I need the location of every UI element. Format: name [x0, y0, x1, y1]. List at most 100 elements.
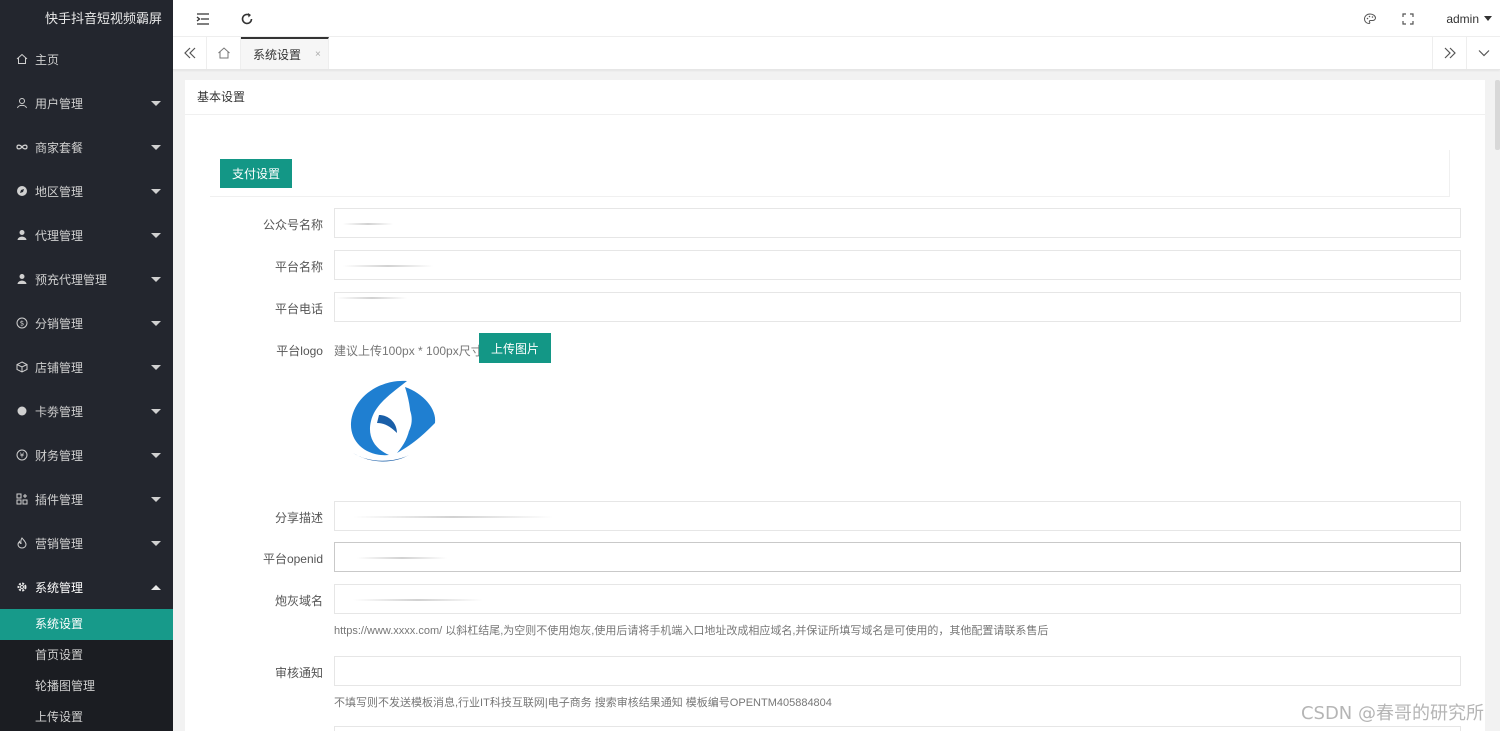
audit-notice-label: 审核通知 [274, 666, 323, 680]
user-menu[interactable]: admin [1446, 0, 1492, 37]
chevron-down-icon [1484, 16, 1492, 21]
redacted-value [337, 297, 407, 299]
chevron-up-icon [151, 585, 161, 590]
fullscreen-icon[interactable] [1398, 0, 1418, 37]
chevron-down-icon [151, 233, 161, 238]
sidebar-item-region[interactable]: 地区管理 [0, 169, 173, 213]
sidebar-item-label: 商家套餐 [35, 140, 84, 155]
home-icon [16, 53, 28, 65]
watermark: CSDN @春哥的研究所 [1300, 703, 1484, 724]
chevron-down-icon [151, 101, 161, 106]
user-name: admin [1446, 11, 1479, 26]
logo-size-hint: 建议上传100px * 100px尺寸 [334, 344, 483, 358]
chevron-down-icon [151, 409, 161, 414]
person-icon [16, 229, 28, 241]
refresh-icon[interactable] [237, 0, 257, 37]
chevron-down-icon [151, 541, 161, 546]
next-field-input[interactable] [334, 726, 1461, 731]
sidebar-item-marketing[interactable]: 营销管理 [0, 521, 173, 565]
sidebar-item-merchant-package[interactable]: 商家套餐 [0, 125, 173, 169]
cannon-domain-label: 炮灰域名 [274, 594, 323, 608]
plugin-icon [16, 493, 28, 505]
sidebar-item-label: 卡劵管理 [35, 404, 84, 419]
tabs-scroll-right-icon[interactable] [1432, 37, 1466, 69]
user-icon [16, 97, 28, 109]
theme-palette-icon[interactable] [1360, 0, 1380, 37]
platform-phone-input[interactable] [334, 292, 1461, 322]
system-submenu: 系统设置 首页设置 轮播图管理 上传设置 [0, 609, 173, 731]
sidebar-item-distribution[interactable]: $ 分销管理 [0, 301, 173, 345]
fire-icon [16, 537, 28, 549]
submenu-item-home-settings[interactable]: 首页设置 [0, 640, 173, 671]
page-scrollbar[interactable] [1495, 80, 1500, 150]
svg-text:$: $ [20, 320, 24, 328]
tabs-bar: 系统设置 × [173, 37, 1500, 70]
tab-system-settings[interactable]: 系统设置 × [241, 37, 329, 69]
pay-settings-button[interactable]: 支付设置 [220, 159, 292, 188]
gzh-name-label: 公众号名称 [262, 218, 323, 232]
platform-logo-image [345, 375, 445, 475]
redacted-value [343, 265, 433, 267]
app-title: 快手抖音短视频霸屏 [45, 11, 163, 26]
tabs-scroll-left-icon[interactable] [173, 37, 207, 69]
cannon-domain-hint: https://www.xxxx.com/ 以斜杠结尾,为空则不使用炮灰,使用后… [334, 625, 1049, 637]
platform-name-input[interactable] [334, 250, 1461, 280]
redacted-value [343, 223, 393, 225]
chevron-down-icon [151, 321, 161, 326]
submenu-item-upload-settings[interactable]: 上传设置 [0, 702, 173, 731]
sidebar-item-label: 系统管理 [35, 580, 84, 595]
platform-openid-input[interactable] [334, 542, 1461, 572]
audit-notice-input[interactable] [334, 656, 1461, 686]
yen-circle-icon: ¥ [16, 449, 28, 461]
sidebar-item-label: 地区管理 [35, 184, 84, 199]
compass-icon [16, 185, 28, 197]
cube-icon [16, 361, 28, 373]
platform-name-label: 平台名称 [274, 260, 323, 274]
sidebar-item-label: 分销管理 [35, 316, 84, 331]
share-desc-label: 分享描述 [274, 511, 323, 525]
sidebar-item-label: 插件管理 [35, 492, 84, 507]
sidebar-item-label: 财务管理 [35, 448, 84, 463]
svg-text:¥: ¥ [20, 452, 25, 460]
gear-icon [16, 581, 28, 593]
gzh-name-input[interactable] [334, 208, 1461, 238]
submenu-item-carousel[interactable]: 轮播图管理 [0, 671, 173, 702]
menu-toggle-icon[interactable] [193, 0, 213, 37]
sidebar-item-label: 预充代理管理 [35, 272, 108, 287]
upload-image-button[interactable]: 上传图片 [479, 333, 551, 363]
redacted-value [353, 599, 483, 601]
close-icon[interactable]: × [315, 49, 321, 60]
sidebar-item-store[interactable]: 店铺管理 [0, 345, 173, 389]
sidebar-item-finance[interactable]: ¥ 财务管理 [0, 433, 173, 477]
sidebar-item-coupon[interactable]: 卡劵管理 [0, 389, 173, 433]
person-icon [16, 273, 28, 285]
settings-panel: 基本设置 支付设置 公众号名称 平台名称 平台电话 平台logo 建议上传100… [185, 80, 1485, 731]
tab-label: 系统设置 [253, 47, 302, 62]
sidebar-item-label: 店铺管理 [35, 360, 84, 375]
tab-home-icon[interactable] [207, 37, 241, 69]
dollar-circle-icon: $ [16, 317, 28, 329]
sidebar-item-label: 用户管理 [35, 96, 84, 111]
cannon-domain-input[interactable] [334, 584, 1461, 614]
sidebar-item-label: 主页 [35, 52, 60, 67]
sidebar: 快手抖音短视频霸屏 主页 用户管理 商家套餐 地区管理 代理管理 预充代理管理 … [0, 0, 173, 731]
chevron-down-icon [151, 277, 161, 282]
chevron-down-icon [151, 189, 161, 194]
submenu-item-system-settings[interactable]: 系统设置 [0, 609, 173, 640]
platform-phone-label: 平台电话 [274, 302, 323, 316]
dot-icon [16, 405, 28, 417]
redacted-value [353, 516, 553, 518]
chevron-down-icon [151, 453, 161, 458]
chevron-down-icon [151, 365, 161, 370]
sidebar-item-prepaid-agent[interactable]: 预充代理管理 [0, 257, 173, 301]
sidebar-item-plugin[interactable]: 插件管理 [0, 477, 173, 521]
panel-title: 基本设置 [185, 80, 1485, 115]
sidebar-item-system[interactable]: 系统管理 [0, 565, 173, 609]
platform-openid-label: 平台openid [262, 552, 323, 566]
section-tab-box [210, 150, 1450, 197]
sidebar-item-home[interactable]: 主页 [0, 37, 173, 81]
tabs-dropdown-icon[interactable] [1466, 37, 1500, 69]
chevron-down-icon [151, 497, 161, 502]
sidebar-item-users[interactable]: 用户管理 [0, 81, 173, 125]
sidebar-item-agent[interactable]: 代理管理 [0, 213, 173, 257]
